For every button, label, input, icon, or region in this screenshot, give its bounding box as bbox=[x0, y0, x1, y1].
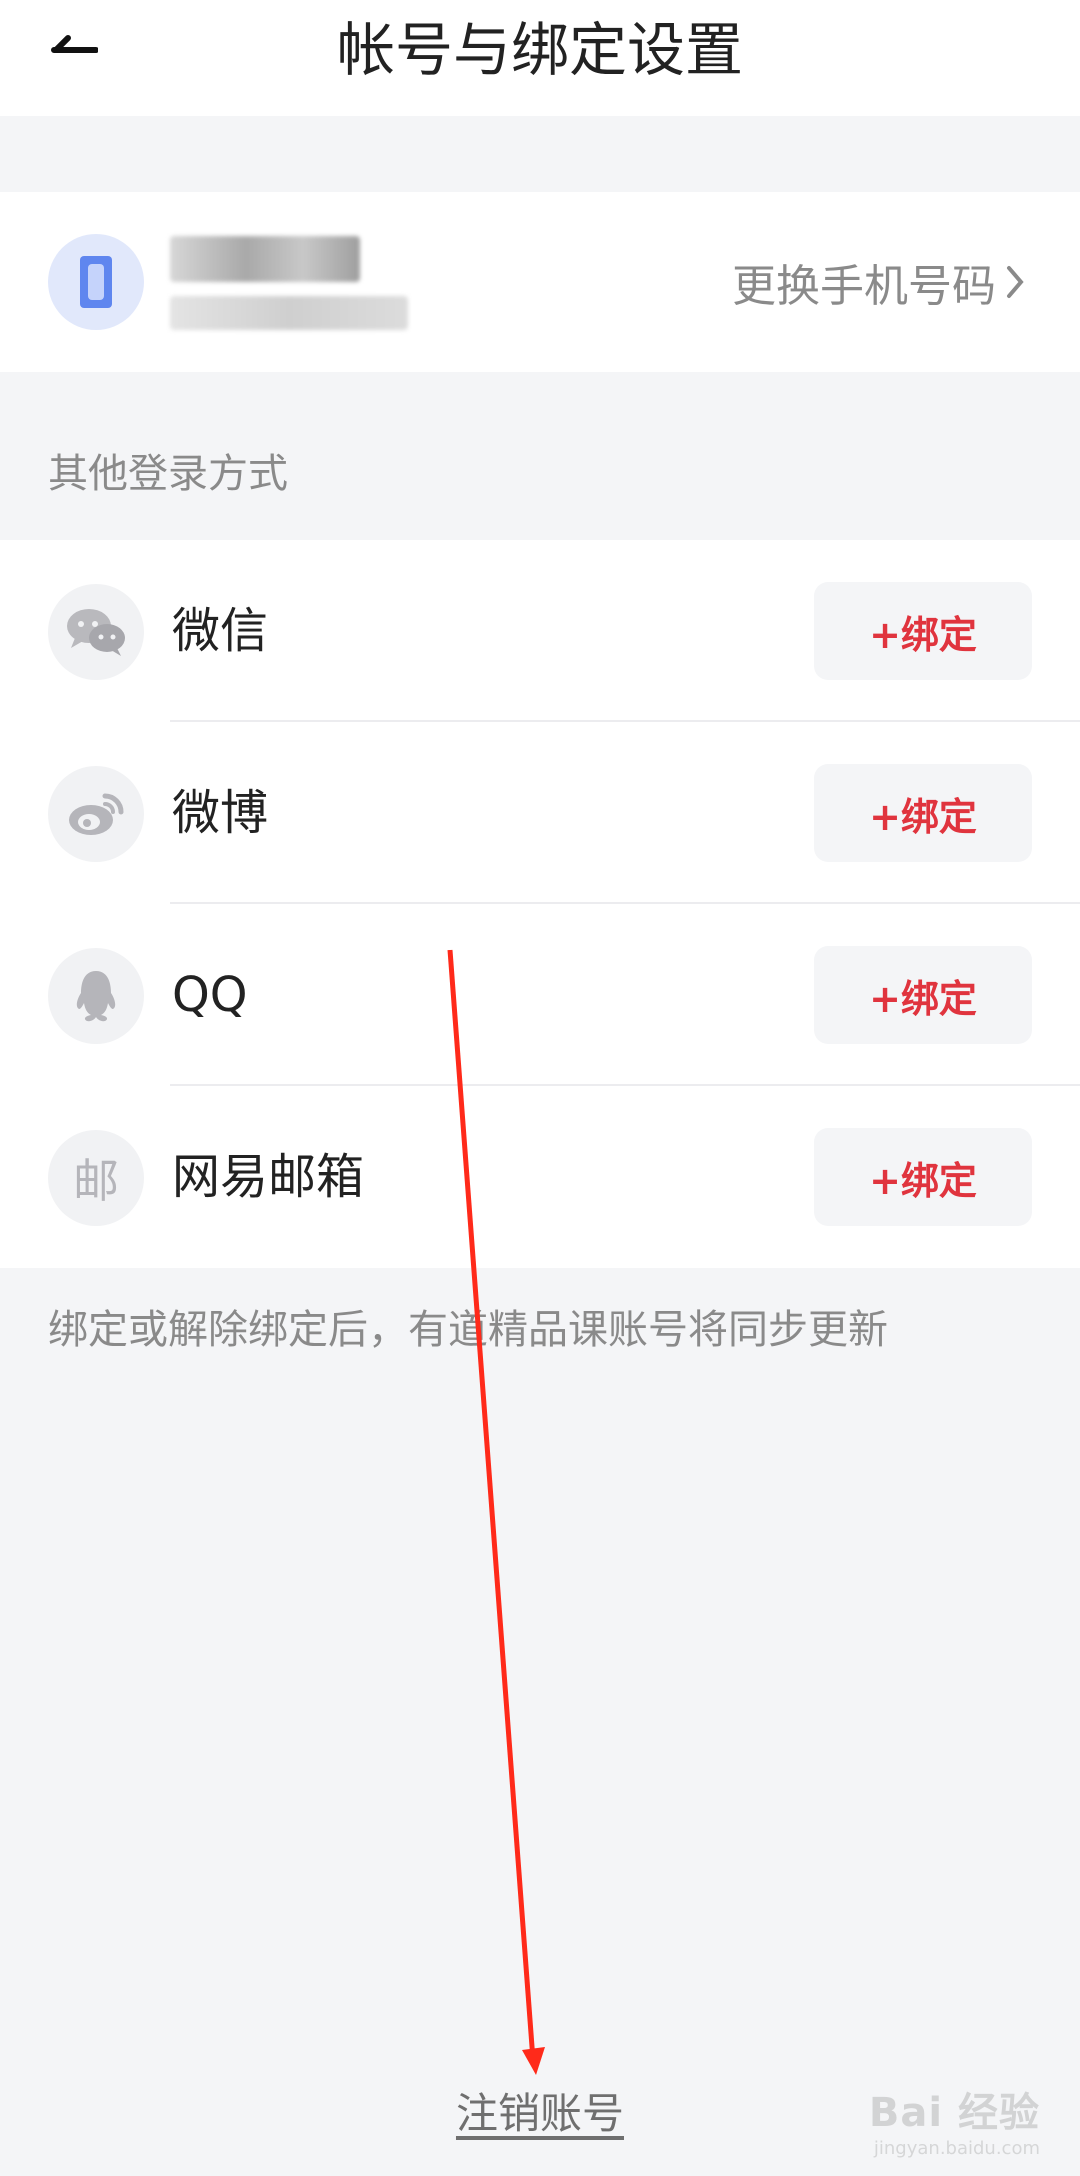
page: 帐号与绑定设置 更换手机号码 其他登录方式 微信 +绑定 微博 +绑定 QQ +… bbox=[0, 0, 1080, 2176]
page-title: 帐号与绑定设置 bbox=[336, 16, 743, 84]
sync-note: 绑定或解除绑定后，有道精品课账号将同步更新 bbox=[48, 1307, 888, 1353]
method-name-qq: QQ bbox=[172, 967, 248, 1023]
baidu-jingyan-watermark: Bai 经验 jingyan.baidu.com bbox=[869, 2080, 1040, 2159]
change-phone-link[interactable]: 更换手机号码 bbox=[732, 192, 1024, 372]
cancel-account-label: 注销账号 bbox=[455, 2089, 624, 2138]
account-card[interactable]: 更换手机号码 bbox=[0, 192, 1080, 372]
mail-icon: 邮 bbox=[48, 1130, 144, 1226]
section-label-other-login: 其他登录方式 bbox=[48, 451, 288, 497]
bind-wechat-button[interactable]: +绑定 bbox=[814, 582, 1032, 680]
bind-qq-button[interactable]: +绑定 bbox=[814, 946, 1032, 1044]
bind-label: +绑定 bbox=[869, 794, 977, 839]
method-name-weibo: 微博 bbox=[172, 785, 269, 841]
masked-username bbox=[170, 236, 360, 282]
watermark-brand: Bai 经验 bbox=[868, 2090, 1040, 2136]
avatar bbox=[48, 234, 144, 330]
list-item-qq: QQ +绑定 bbox=[0, 904, 1080, 1086]
method-name-wechat: 微信 bbox=[172, 603, 269, 659]
bind-netease-mail-button[interactable]: +绑定 bbox=[814, 1128, 1032, 1226]
chevron-right-icon bbox=[1006, 265, 1024, 299]
qq-icon bbox=[48, 948, 144, 1044]
login-methods-list: 微信 +绑定 微博 +绑定 QQ +绑定 邮 网易邮箱 +绑定 bbox=[0, 540, 1080, 1268]
change-phone-label: 更换手机号码 bbox=[732, 261, 996, 312]
list-item-netease-mail: 邮 网易邮箱 +绑定 bbox=[0, 1086, 1080, 1268]
method-name-netease-mail: 网易邮箱 bbox=[172, 1149, 365, 1205]
weibo-icon bbox=[48, 766, 144, 862]
wechat-icon bbox=[48, 584, 144, 680]
bind-weibo-button[interactable]: +绑定 bbox=[814, 764, 1032, 862]
list-item-weibo: 微博 +绑定 bbox=[0, 722, 1080, 904]
header: 帐号与绑定设置 bbox=[0, 0, 1080, 116]
bind-label: +绑定 bbox=[869, 612, 977, 657]
bind-label: +绑定 bbox=[869, 1158, 977, 1203]
mail-icon-glyph: 邮 bbox=[73, 1154, 119, 1208]
bind-label: +绑定 bbox=[869, 976, 977, 1021]
list-item-wechat: 微信 +绑定 bbox=[0, 540, 1080, 722]
watermark-url: jingyan.baidu.com bbox=[873, 2138, 1040, 2159]
masked-phone bbox=[170, 296, 408, 330]
